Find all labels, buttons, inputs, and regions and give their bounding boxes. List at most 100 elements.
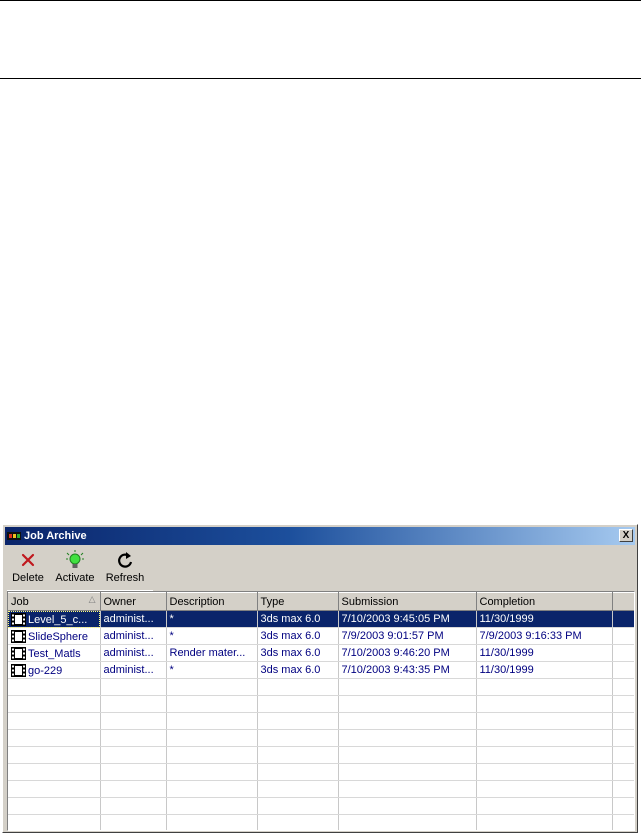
cell-submission [338,678,477,696]
cell-owner [100,712,167,730]
cell-completion: 11/30/1999 [476,661,613,679]
table-row[interactable] [8,746,634,764]
window-title: Job Archive [24,530,87,542]
cell-filler [612,746,634,764]
cell-job [8,763,101,781]
column-header-submission[interactable]: Submission [338,592,477,611]
cell-type [257,763,339,781]
cell-submission [338,712,477,730]
cell-filler [612,627,634,645]
table-row[interactable] [8,729,634,747]
cell-completion: 11/30/1999 [476,644,613,662]
cell-filler [612,644,634,662]
activate-button[interactable]: Activate [53,548,97,588]
column-header-job[interactable]: Job △ [8,592,101,611]
table-row[interactable] [8,695,634,713]
cell-description: * [166,627,258,645]
job-name: go-229 [28,664,63,677]
cell-owner [100,797,167,815]
job-name: SlideSphere [28,630,88,643]
cell-owner [100,729,167,747]
refresh-button[interactable]: Refresh [103,548,147,588]
cell-job: Test_Matls [8,644,101,662]
cell-job [8,746,101,764]
cell-submission: 7/10/2003 9:43:35 PM [338,661,477,679]
cell-completion [476,780,613,798]
delete-button[interactable]: Delete [9,548,47,588]
cell-description [166,780,258,798]
table-row[interactable] [8,712,634,730]
cell-completion [476,797,613,815]
sort-ascending-icon: △ [88,594,96,604]
cell-filler [612,729,634,747]
table-row[interactable]: go-229 administ... * 3ds max 6.0 7/10/2003 9… [8,661,634,679]
cell-owner [100,814,167,830]
column-header-label: Job [11,595,29,608]
table-row[interactable]: Test_Matls administ... Render mater... 3ds … [8,644,634,662]
cell-filler [612,763,634,781]
cell-type [257,797,339,815]
cell-description: Render mater... [166,644,258,662]
refresh-icon [118,552,133,568]
cell-submission [338,729,477,747]
cell-description [166,712,258,730]
cell-filler [612,661,634,679]
cell-description [166,814,258,830]
cell-completion [476,695,613,713]
column-header-completion[interactable]: Completion [476,592,613,611]
table-row[interactable] [8,678,634,696]
cell-job [8,797,101,815]
cell-filler [612,678,634,696]
table-header-row: Job △ Owner Description Type Submission C… [8,592,634,611]
cell-description [166,746,258,764]
activate-label: Activate [55,572,95,584]
table-row[interactable] [8,814,634,830]
top-rule [0,0,641,1]
header-rule [0,78,641,79]
cell-job: Level_5_c... [8,610,101,628]
table-row[interactable]: SlideSphere administ... * 3ds max 6.0 7/9/20… [8,627,634,645]
delete-label: Delete [12,572,44,584]
cell-submission [338,763,477,781]
cell-owner: administ... [100,661,167,679]
cell-completion: 11/30/1999 [476,610,613,628]
table-row[interactable] [8,763,634,781]
lightbulb-icon [66,550,84,568]
cell-completion: 7/9/2003 9:16:33 PM [476,627,613,645]
cell-type: 3ds max 6.0 [257,661,339,679]
table-row[interactable]: Level_5_c... administ... * 3ds max 6.0 7/10/… [8,610,634,628]
cell-filler [612,780,634,798]
cell-completion [476,746,613,764]
cell-completion [476,678,613,696]
cell-job [8,780,101,798]
cell-owner [100,695,167,713]
table-row[interactable] [8,780,634,798]
cell-owner [100,746,167,764]
cell-submission [338,797,477,815]
cell-submission [338,695,477,713]
cell-description [166,763,258,781]
close-button[interactable]: X [619,529,633,542]
column-header-description[interactable]: Description [166,592,258,611]
cell-job [8,814,101,830]
title-bar[interactable]: Job Archive X [5,527,635,545]
job-table: Job △ Owner Description Type Submission C… [7,591,635,831]
column-header-owner[interactable]: Owner [100,592,167,611]
column-header-type[interactable]: Type [257,592,339,611]
toolbar: Delete Activate Refresh [7,548,153,591]
cell-job [8,678,101,696]
cell-owner [100,678,167,696]
cell-type [257,712,339,730]
cell-type [257,780,339,798]
cell-type: 3ds max 6.0 [257,610,339,628]
table-row[interactable] [8,797,634,815]
cell-description [166,678,258,696]
cell-completion [476,763,613,781]
cell-owner [100,780,167,798]
cell-type [257,746,339,764]
cell-submission: 7/9/2003 9:01:57 PM [338,627,477,645]
cell-job: SlideSphere [8,627,101,645]
job-name: Level_5_c... [28,613,88,626]
cell-description: * [166,661,258,679]
cell-filler [612,814,634,830]
